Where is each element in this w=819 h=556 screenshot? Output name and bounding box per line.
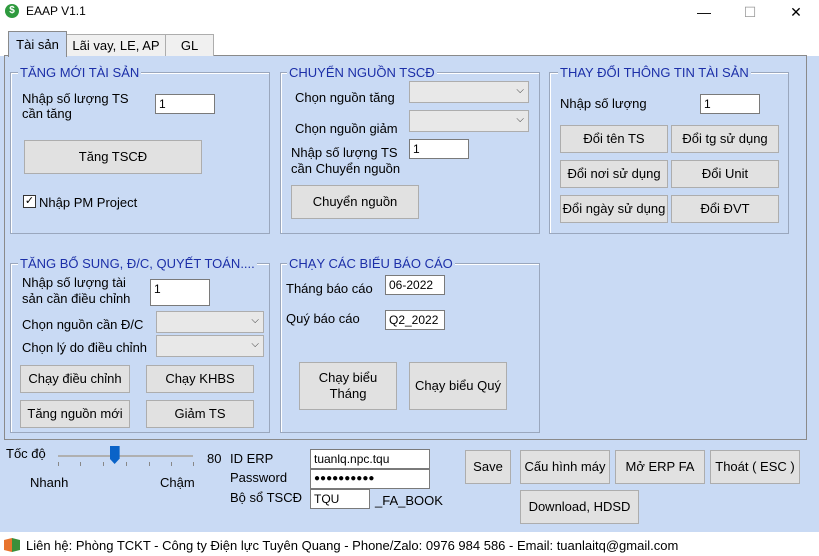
nhanh-label: Nhanh [30, 475, 69, 490]
doi-noi-su-dung-button[interactable]: Đổi nơi sử dụng [560, 160, 668, 188]
minimize-button[interactable]: — [681, 0, 727, 24]
tab-gl[interactable]: GL [165, 34, 214, 56]
chay-dieu-chinh-button[interactable]: Chạy điều chỉnh [20, 365, 130, 393]
window-title: EAAP V1.1 [26, 4, 86, 18]
chay-bieu-quy-button[interactable]: Chạy biểu Quý [409, 362, 507, 410]
pm-project-checkbox[interactable]: ✓ [23, 195, 36, 208]
chay-bieu-thang-label-1: Chạy biểu [318, 370, 378, 385]
slider-tick [149, 462, 150, 466]
qty-input-chuyen-nguon[interactable]: 1 [409, 139, 469, 159]
chevron-down-icon: ⌵ [516, 114, 524, 125]
qty-input-dieu-chinh[interactable]: 1 [150, 279, 210, 306]
thoat-button[interactable]: Thoát ( ESC ) [710, 450, 800, 484]
chay-bieu-thang-label-2: Tháng [329, 386, 367, 401]
ly-do-select[interactable]: ⌵ [156, 335, 264, 357]
quy-bao-cao-input[interactable]: Q2_2022 [385, 310, 445, 330]
bo-so-label: Bộ sổ TSCĐ [230, 490, 303, 505]
maximize-button[interactable]: ☐ [727, 0, 773, 24]
doi-ten-button[interactable]: Đổi tên TS [560, 125, 668, 153]
cau-hinh-may-button[interactable]: Cấu hình máy [520, 450, 610, 484]
group-title-thay-doi: THAY ĐỔI THÔNG TIN TÀI SẢN [558, 65, 751, 80]
id-erp-input[interactable]: tuanlq.npc.tqu [310, 449, 430, 469]
chevron-down-icon: ⌵ [516, 85, 524, 96]
tab-lai-vay[interactable]: Lãi vay, LE, AP [66, 34, 166, 56]
app-logo-icon [4, 538, 20, 555]
chay-bieu-thang-button[interactable]: Chạy biểu Tháng [299, 362, 397, 410]
group-title-chuyen-nguon: CHUYỂN NGUỒN TSCĐ [287, 65, 437, 80]
tab-tai-san[interactable]: Tài sản [8, 31, 67, 57]
tang-tscd-button[interactable]: Tăng TSCĐ [24, 140, 202, 174]
nguon-dc-label: Chọn nguồn cần Đ/C [22, 317, 144, 332]
bo-so-input[interactable]: TQU [310, 489, 370, 509]
nguon-dc-select[interactable]: ⌵ [156, 311, 264, 333]
qty-label-2: cần tăng [22, 106, 72, 121]
qty-dieu-chinh-label-2: sản cần điều chỉnh [22, 291, 131, 306]
chevron-down-icon: ⌵ [251, 315, 259, 326]
qty-input-thay-doi[interactable]: 1 [700, 94, 760, 114]
pm-project-label: Nhập PM Project [39, 195, 138, 210]
password-label: Password [230, 470, 288, 485]
slider-tick [171, 462, 172, 466]
mo-erp-fa-button[interactable]: Mở ERP FA [615, 450, 705, 484]
ly-do-label: Chọn lý do điều chỉnh [22, 340, 148, 355]
qty-dieu-chinh-label: Nhập số lượng tài [22, 275, 126, 290]
qty-chuyen-label: Nhập số lượng TS [291, 145, 398, 160]
thang-bao-cao-input[interactable]: 06-2022 [385, 275, 445, 295]
giam-ts-button[interactable]: Giảm TS [146, 400, 254, 428]
cham-label: Chậm [160, 475, 195, 490]
doi-dvt-button[interactable]: Đổi ĐVT [671, 195, 779, 223]
nguon-tang-select[interactable]: ⌵ [409, 81, 529, 103]
qty-thay-doi-label: Nhập số lượng [560, 96, 647, 111]
toc-do-value: 80 [207, 451, 222, 466]
save-button[interactable]: Save [465, 450, 511, 484]
slider-tick [80, 462, 81, 466]
doi-tg-su-dung-button[interactable]: Đổi tg sử dụng [671, 125, 779, 153]
doi-unit-button[interactable]: Đổi Unit [671, 160, 779, 188]
close-button[interactable]: ✕ [773, 0, 819, 24]
group-title-bao-cao: CHẠY CÁC BIỂU BÁO CÁO [287, 256, 455, 271]
speed-slider-track[interactable] [58, 455, 193, 457]
slider-tick [58, 462, 59, 466]
speed-slider-thumb[interactable] [109, 446, 120, 464]
nguon-giam-select[interactable]: ⌵ [409, 110, 529, 132]
footer-contact: Liên hệ: Phòng TCKT - Công ty Điện lực T… [26, 538, 679, 553]
slider-tick [126, 462, 127, 466]
thang-bao-cao-label: Tháng báo cáo [286, 281, 373, 296]
group-title-tang-bo-sung: TĂNG BỔ SUNG, Đ/C, QUYẾT TOÁN.... [18, 256, 257, 271]
qty-input-tang-moi[interactable]: 1 [155, 94, 215, 114]
doi-ngay-su-dung-button[interactable]: Đổi ngày sử dụng [560, 195, 668, 223]
toc-do-label: Tốc độ [6, 446, 46, 461]
password-input[interactable]: ●●●●●●●●●● [310, 469, 430, 489]
chuyen-nguon-button[interactable]: Chuyển nguồn [291, 185, 419, 219]
group-title-tang-moi: TĂNG MỚI TÀI SẢN [18, 65, 142, 80]
nguon-giam-label: Chọn nguồn giảm [295, 121, 398, 136]
quy-bao-cao-label: Quý báo cáo [286, 311, 360, 326]
chay-khbs-button[interactable]: Chạy KHBS [146, 365, 254, 393]
bo-so-suffix: _FA_BOOK [375, 493, 443, 508]
id-erp-label: ID ERP [230, 451, 274, 466]
download-hdsd-button[interactable]: Download, HDSD [520, 490, 639, 524]
tang-nguon-moi-button[interactable]: Tăng nguồn mới [20, 400, 130, 428]
chevron-down-icon: ⌵ [251, 339, 259, 350]
dollar-icon: $ [5, 4, 19, 18]
slider-tick [103, 462, 104, 466]
slider-tick [193, 462, 194, 466]
nguon-tang-label: Chọn nguồn tăng [295, 90, 395, 105]
qty-chuyen-label-2: cần Chuyển nguồn [291, 161, 401, 176]
qty-label: Nhập số lượng TS [22, 91, 129, 106]
